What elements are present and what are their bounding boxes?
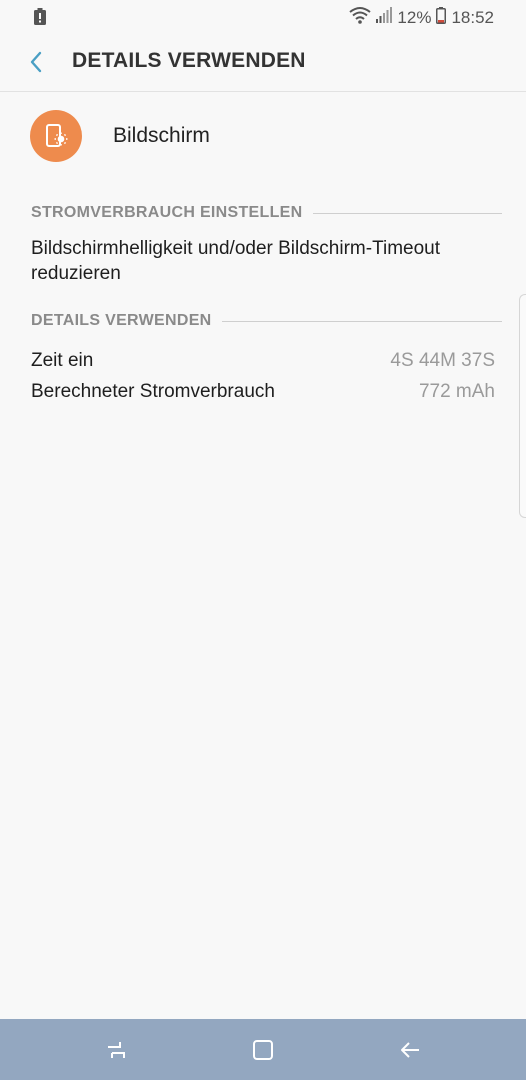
status-bar: 12% 18:52 [0,0,526,34]
recent-apps-button[interactable] [101,1035,131,1065]
clock: 18:52 [451,7,494,27]
detail-value: 4S 44M 37S [390,350,495,371]
detail-row-power-usage: Berechneter Stromverbrauch 772 mAh [31,379,495,405]
recent-apps-icon [108,1042,125,1058]
back-nav-button[interactable] [395,1035,425,1065]
divider [312,212,502,214]
section-label: STROMVERBRAUCH EINSTELLEN [31,204,303,221]
home-button[interactable] [248,1035,278,1065]
section-header-power-settings: STROMVERBRAUCH EINSTELLEN [31,203,502,223]
back-button[interactable] [22,48,50,76]
app-info-row: Bildschirm [30,110,210,162]
detail-label: Berechneter Stromverbrauch [31,381,275,402]
divider [221,320,502,322]
signal-icon [376,7,393,28]
battery-icon [436,6,447,29]
chevron-left-icon [30,51,42,73]
wifi-icon [349,6,372,29]
power-advice-item[interactable]: Bildschirmhelligkeit und/oder Bildschirm… [31,236,501,286]
app-header: DETAILS VERWENDEN [0,34,526,92]
battery-percent: 12% [397,7,432,27]
section-label: DETAILS VERWENDEN [31,312,212,329]
back-arrow-icon [401,1042,419,1058]
screen-settings-icon [30,110,82,162]
home-icon [253,1040,273,1060]
detail-value: 772 mAh [418,381,495,402]
app-name: Bildschirm [113,124,210,147]
detail-label: Zeit ein [31,350,94,371]
alert-icon [34,8,46,30]
navigation-bar [0,1019,526,1080]
detail-row-time-on: Zeit ein 4S 44M 37S [31,348,495,374]
page-title: DETAILS VERWENDEN [72,49,306,72]
edge-panel-handle[interactable] [519,294,526,518]
section-header-usage-details: DETAILS VERWENDEN [31,311,502,331]
